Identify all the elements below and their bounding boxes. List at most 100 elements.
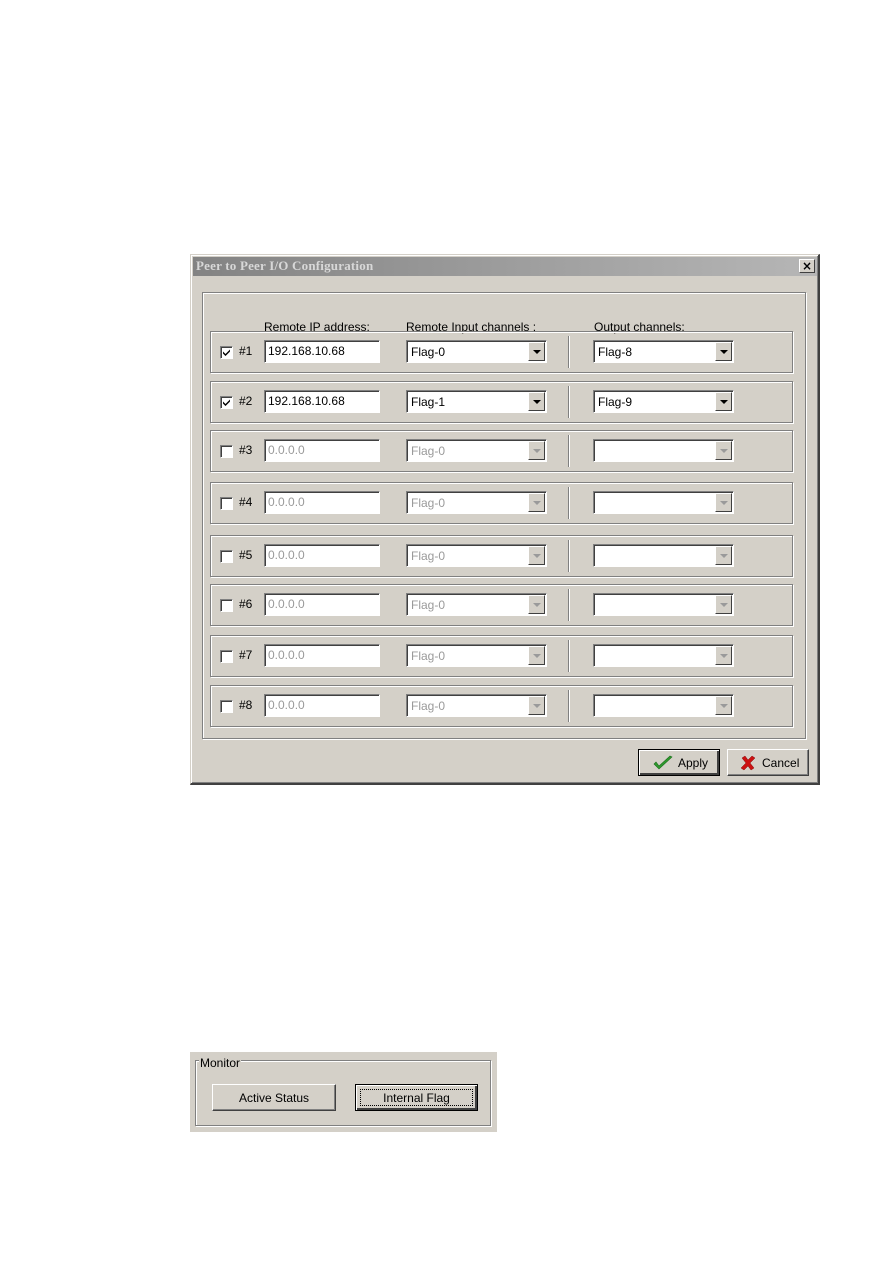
channel-row: #7 0.0.0.0 Flag-0 [210, 635, 793, 677]
channel-row: #8 0.0.0.0 Flag-0 [210, 685, 793, 727]
remote-input-channel-select[interactable]: Flag-0 [406, 694, 547, 717]
row-number: #2 [239, 394, 253, 408]
dropdown-button[interactable] [528, 696, 545, 715]
enable-checkbox[interactable] [220, 497, 233, 510]
internal-flag-button[interactable]: Internal Flag [355, 1084, 478, 1111]
channel-row: #5 0.0.0.0 Flag-0 [210, 535, 793, 577]
dropdown-button[interactable] [528, 392, 545, 411]
dropdown-button[interactable] [528, 493, 545, 512]
x-icon [740, 755, 756, 771]
apply-button[interactable]: Apply [638, 749, 720, 776]
dropdown-button[interactable] [715, 493, 732, 512]
output-channel-select[interactable]: Flag-9 [593, 390, 734, 413]
row-number: #3 [239, 443, 253, 457]
active-status-button[interactable]: Active Status [212, 1084, 336, 1111]
channel-row: #2 192.168.10.68 Flag-1 Flag-9 [210, 381, 793, 423]
remote-ip-input[interactable]: 0.0.0.0 [264, 439, 380, 462]
close-button[interactable]: × [799, 259, 815, 273]
selected-value: Flag-0 [411, 549, 446, 563]
dropdown-button[interactable] [715, 392, 732, 411]
monitor-group: Monitor Active Status Internal Flag [190, 1052, 497, 1132]
remote-ip-input[interactable]: 0.0.0.0 [264, 694, 380, 717]
chevron-down-icon [533, 654, 541, 658]
selected-value: Flag-0 [411, 649, 446, 663]
dropdown-button[interactable] [715, 546, 732, 565]
selected-value: Flag-0 [411, 496, 446, 510]
remote-input-channel-select[interactable]: Flag-1 [406, 390, 547, 413]
row-number: #8 [239, 698, 253, 712]
enable-checkbox[interactable] [220, 445, 233, 458]
column-separator [568, 336, 569, 368]
dropdown-button[interactable] [715, 342, 732, 361]
peer-to-peer-dialog: Peer to Peer I/O Configuration × Remote … [190, 254, 820, 785]
row-number: #1 [239, 344, 253, 358]
column-separator [568, 690, 569, 722]
enable-checkbox[interactable] [220, 550, 233, 563]
dropdown-button[interactable] [715, 441, 732, 460]
apply-label: Apply [678, 756, 709, 770]
chevron-down-icon [720, 704, 728, 708]
channel-row: #6 0.0.0.0 Flag-0 [210, 584, 793, 626]
output-channel-select[interactable] [593, 694, 734, 717]
chevron-down-icon [533, 704, 541, 708]
remote-ip-input[interactable]: 0.0.0.0 [264, 593, 380, 616]
dropdown-button[interactable] [528, 595, 545, 614]
output-channel-select[interactable] [593, 644, 734, 667]
checkmark-icon [223, 399, 230, 406]
remote-ip-input[interactable]: 0.0.0.0 [264, 644, 380, 667]
remote-input-channel-select[interactable]: Flag-0 [406, 439, 547, 462]
selected-value: Flag-8 [598, 345, 633, 359]
enable-checkbox[interactable] [220, 700, 233, 713]
dropdown-button[interactable] [715, 595, 732, 614]
enable-checkbox[interactable] [220, 396, 233, 409]
remote-input-channel-select[interactable]: Flag-0 [406, 340, 547, 363]
output-channel-select[interactable] [593, 491, 734, 514]
checkmark-icon [223, 349, 230, 356]
row-number: #7 [239, 648, 253, 662]
cancel-button[interactable]: Cancel [727, 749, 809, 776]
dropdown-button[interactable] [528, 342, 545, 361]
chevron-down-icon [533, 350, 541, 354]
title-bar[interactable]: Peer to Peer I/O Configuration × [193, 257, 817, 276]
chevron-down-icon [720, 654, 728, 658]
row-number: #5 [239, 548, 253, 562]
output-channel-select[interactable]: Flag-8 [593, 340, 734, 363]
remote-input-channel-select[interactable]: Flag-0 [406, 644, 547, 667]
dropdown-button[interactable] [715, 646, 732, 665]
remote-ip-input[interactable]: 192.168.10.68 [264, 390, 380, 413]
selected-value: Flag-9 [598, 395, 633, 409]
remote-ip-input[interactable]: 192.168.10.68 [264, 340, 380, 363]
remote-input-channel-select[interactable]: Flag-0 [406, 593, 547, 616]
chevron-down-icon [533, 400, 541, 404]
active-status-label: Active Status [238, 1091, 310, 1105]
dropdown-button[interactable] [715, 696, 732, 715]
remote-input-channel-select[interactable]: Flag-0 [406, 544, 547, 567]
chevron-down-icon [533, 554, 541, 558]
selected-value: Flag-0 [411, 699, 446, 713]
enable-checkbox[interactable] [220, 346, 233, 359]
column-separator [568, 540, 569, 572]
dropdown-button[interactable] [528, 546, 545, 565]
remote-ip-input[interactable]: 0.0.0.0 [264, 544, 380, 567]
output-channel-select[interactable] [593, 544, 734, 567]
dropdown-button[interactable] [528, 646, 545, 665]
chevron-down-icon [533, 449, 541, 453]
enable-checkbox[interactable] [220, 599, 233, 612]
column-separator [568, 386, 569, 418]
output-channel-select[interactable] [593, 439, 734, 462]
chevron-down-icon [720, 350, 728, 354]
output-channel-select[interactable] [593, 593, 734, 616]
chevron-down-icon [720, 400, 728, 404]
remote-ip-input[interactable]: 0.0.0.0 [264, 491, 380, 514]
column-separator [568, 589, 569, 621]
remote-input-channel-select[interactable]: Flag-0 [406, 491, 547, 514]
cancel-label: Cancel [762, 756, 800, 770]
chevron-down-icon [533, 501, 541, 505]
enable-checkbox[interactable] [220, 650, 233, 663]
monitor-legend: Monitor [199, 1056, 242, 1070]
column-separator [568, 640, 569, 672]
dropdown-button[interactable] [528, 441, 545, 460]
chevron-down-icon [720, 449, 728, 453]
checkmark-icon [653, 755, 673, 770]
internal-flag-label: Internal Flag [383, 1091, 450, 1105]
